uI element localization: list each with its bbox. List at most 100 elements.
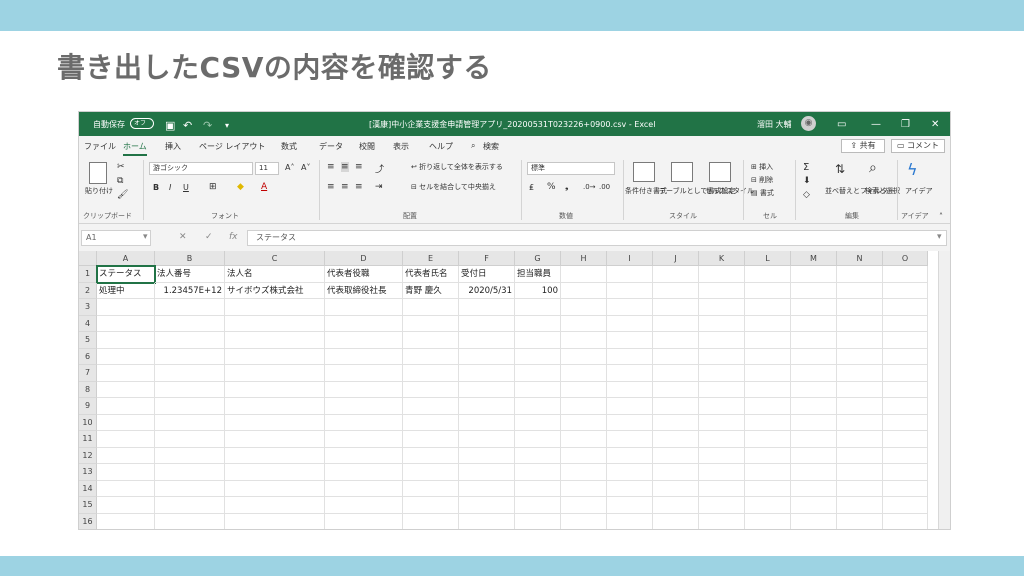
cell-j8[interactable] — [653, 381, 699, 398]
cell-i6[interactable] — [607, 348, 653, 365]
cell-j6[interactable] — [653, 348, 699, 365]
expand-formula-bar-icon[interactable]: ▾ — [937, 232, 942, 242]
increase-decimal-icon[interactable]: .0→ — [583, 183, 596, 191]
row-header-8[interactable]: 8 — [79, 381, 97, 398]
cell-o8[interactable] — [883, 381, 928, 398]
cell-d5[interactable] — [325, 332, 403, 349]
cell-styles-label[interactable]: セルのスタイル — [705, 186, 754, 196]
cell-o11[interactable] — [883, 431, 928, 448]
formula-input[interactable]: ステータス — [247, 230, 947, 246]
format-cells-button[interactable]: ▤ 書式 — [751, 188, 774, 198]
cell-n6[interactable] — [837, 348, 883, 365]
row-header-7[interactable]: 7 — [79, 365, 97, 382]
cell-n11[interactable] — [837, 431, 883, 448]
cell-j2[interactable] — [653, 282, 699, 299]
ideas-icon[interactable]: ϟ — [907, 160, 918, 179]
undo-icon[interactable]: ↶ — [183, 119, 192, 133]
column-header-c[interactable]: C — [225, 251, 325, 266]
cell-m7[interactable] — [791, 365, 837, 382]
cell-j9[interactable] — [653, 398, 699, 415]
column-header-i[interactable]: I — [607, 251, 653, 266]
tab-search[interactable]: 検索 — [483, 141, 499, 152]
cell-j15[interactable] — [653, 497, 699, 514]
cell-m13[interactable] — [791, 464, 837, 481]
cell-i4[interactable] — [607, 315, 653, 332]
cell-a2[interactable]: 処理中 — [97, 282, 155, 299]
cell-b13[interactable] — [155, 464, 225, 481]
cell-b10[interactable] — [155, 414, 225, 431]
column-header-n[interactable]: N — [837, 251, 883, 266]
cut-icon[interactable]: ✂ — [117, 162, 125, 172]
sort-filter-icon[interactable]: ⇅ — [835, 162, 845, 176]
cell-c2[interactable]: サイボウズ株式会社 — [225, 282, 325, 299]
cell-k12[interactable] — [699, 447, 745, 464]
cell-d9[interactable] — [325, 398, 403, 415]
cell-m3[interactable] — [791, 299, 837, 316]
cell-l9[interactable] — [745, 398, 791, 415]
format-painter-icon[interactable]: 🖌 — [117, 190, 128, 200]
restore-icon[interactable]: ❐ — [901, 119, 910, 130]
column-header-g[interactable]: G — [515, 251, 561, 266]
cell-d13[interactable] — [325, 464, 403, 481]
cell-k13[interactable] — [699, 464, 745, 481]
cell-d1[interactable]: 代表者役職 — [325, 266, 403, 283]
cell-b6[interactable] — [155, 348, 225, 365]
decrease-decimal-icon[interactable]: .00 — [599, 183, 610, 191]
collapse-ribbon-icon[interactable]: ˄ — [939, 212, 943, 221]
cell-a9[interactable] — [97, 398, 155, 415]
cell-d4[interactable] — [325, 315, 403, 332]
column-header-j[interactable]: J — [653, 251, 699, 266]
cell-f5[interactable] — [459, 332, 515, 349]
row-header-13[interactable]: 13 — [79, 464, 97, 481]
merge-center-button[interactable]: ⊟ セルを結合して中央揃え — [411, 182, 496, 192]
bold-icon[interactable]: B — [153, 183, 159, 192]
cell-g15[interactable] — [515, 497, 561, 514]
cell-f7[interactable] — [459, 365, 515, 382]
save-icon[interactable]: ▣ — [165, 119, 175, 133]
cell-i7[interactable] — [607, 365, 653, 382]
cell-i10[interactable] — [607, 414, 653, 431]
tab-page-layout[interactable]: ページ レイアウト — [199, 141, 265, 152]
cell-h8[interactable] — [561, 381, 607, 398]
font-size-select[interactable]: 11 — [255, 162, 279, 175]
cell-b7[interactable] — [155, 365, 225, 382]
cell-f11[interactable] — [459, 431, 515, 448]
name-box[interactable]: A1 — [81, 230, 151, 246]
cell-c7[interactable] — [225, 365, 325, 382]
cell-e7[interactable] — [403, 365, 459, 382]
cell-h10[interactable] — [561, 414, 607, 431]
cell-f9[interactable] — [459, 398, 515, 415]
cell-k2[interactable] — [699, 282, 745, 299]
cell-d3[interactable] — [325, 299, 403, 316]
cell-f14[interactable] — [459, 480, 515, 497]
cell-h11[interactable] — [561, 431, 607, 448]
cell-styles-icon[interactable] — [709, 162, 731, 182]
align-right-icon[interactable]: ≡ — [355, 182, 363, 192]
cell-h6[interactable] — [561, 348, 607, 365]
cell-n1[interactable] — [837, 266, 883, 283]
column-header-o[interactable]: O — [883, 251, 928, 266]
cell-h9[interactable] — [561, 398, 607, 415]
cell-a7[interactable] — [97, 365, 155, 382]
cell-d8[interactable] — [325, 381, 403, 398]
cell-c3[interactable] — [225, 299, 325, 316]
clear-icon[interactable]: ◇ — [803, 190, 810, 200]
cell-f12[interactable] — [459, 447, 515, 464]
cell-b9[interactable] — [155, 398, 225, 415]
cell-e1[interactable]: 代表者氏名 — [403, 266, 459, 283]
cell-n7[interactable] — [837, 365, 883, 382]
cell-d2[interactable]: 代表取締役社長 — [325, 282, 403, 299]
row-header-1[interactable]: 1 — [79, 266, 97, 283]
cell-e5[interactable] — [403, 332, 459, 349]
autosum-icon[interactable]: Σ — [803, 162, 809, 173]
cell-c15[interactable] — [225, 497, 325, 514]
cell-l12[interactable] — [745, 447, 791, 464]
cell-e16[interactable] — [403, 513, 459, 529]
cell-o9[interactable] — [883, 398, 928, 415]
cell-d14[interactable] — [325, 480, 403, 497]
conditional-format-icon[interactable] — [633, 162, 655, 182]
cell-k11[interactable] — [699, 431, 745, 448]
cell-b16[interactable] — [155, 513, 225, 529]
cell-l3[interactable] — [745, 299, 791, 316]
wrap-text-button[interactable]: ↩ 折り返して全体を表示する — [411, 162, 503, 172]
